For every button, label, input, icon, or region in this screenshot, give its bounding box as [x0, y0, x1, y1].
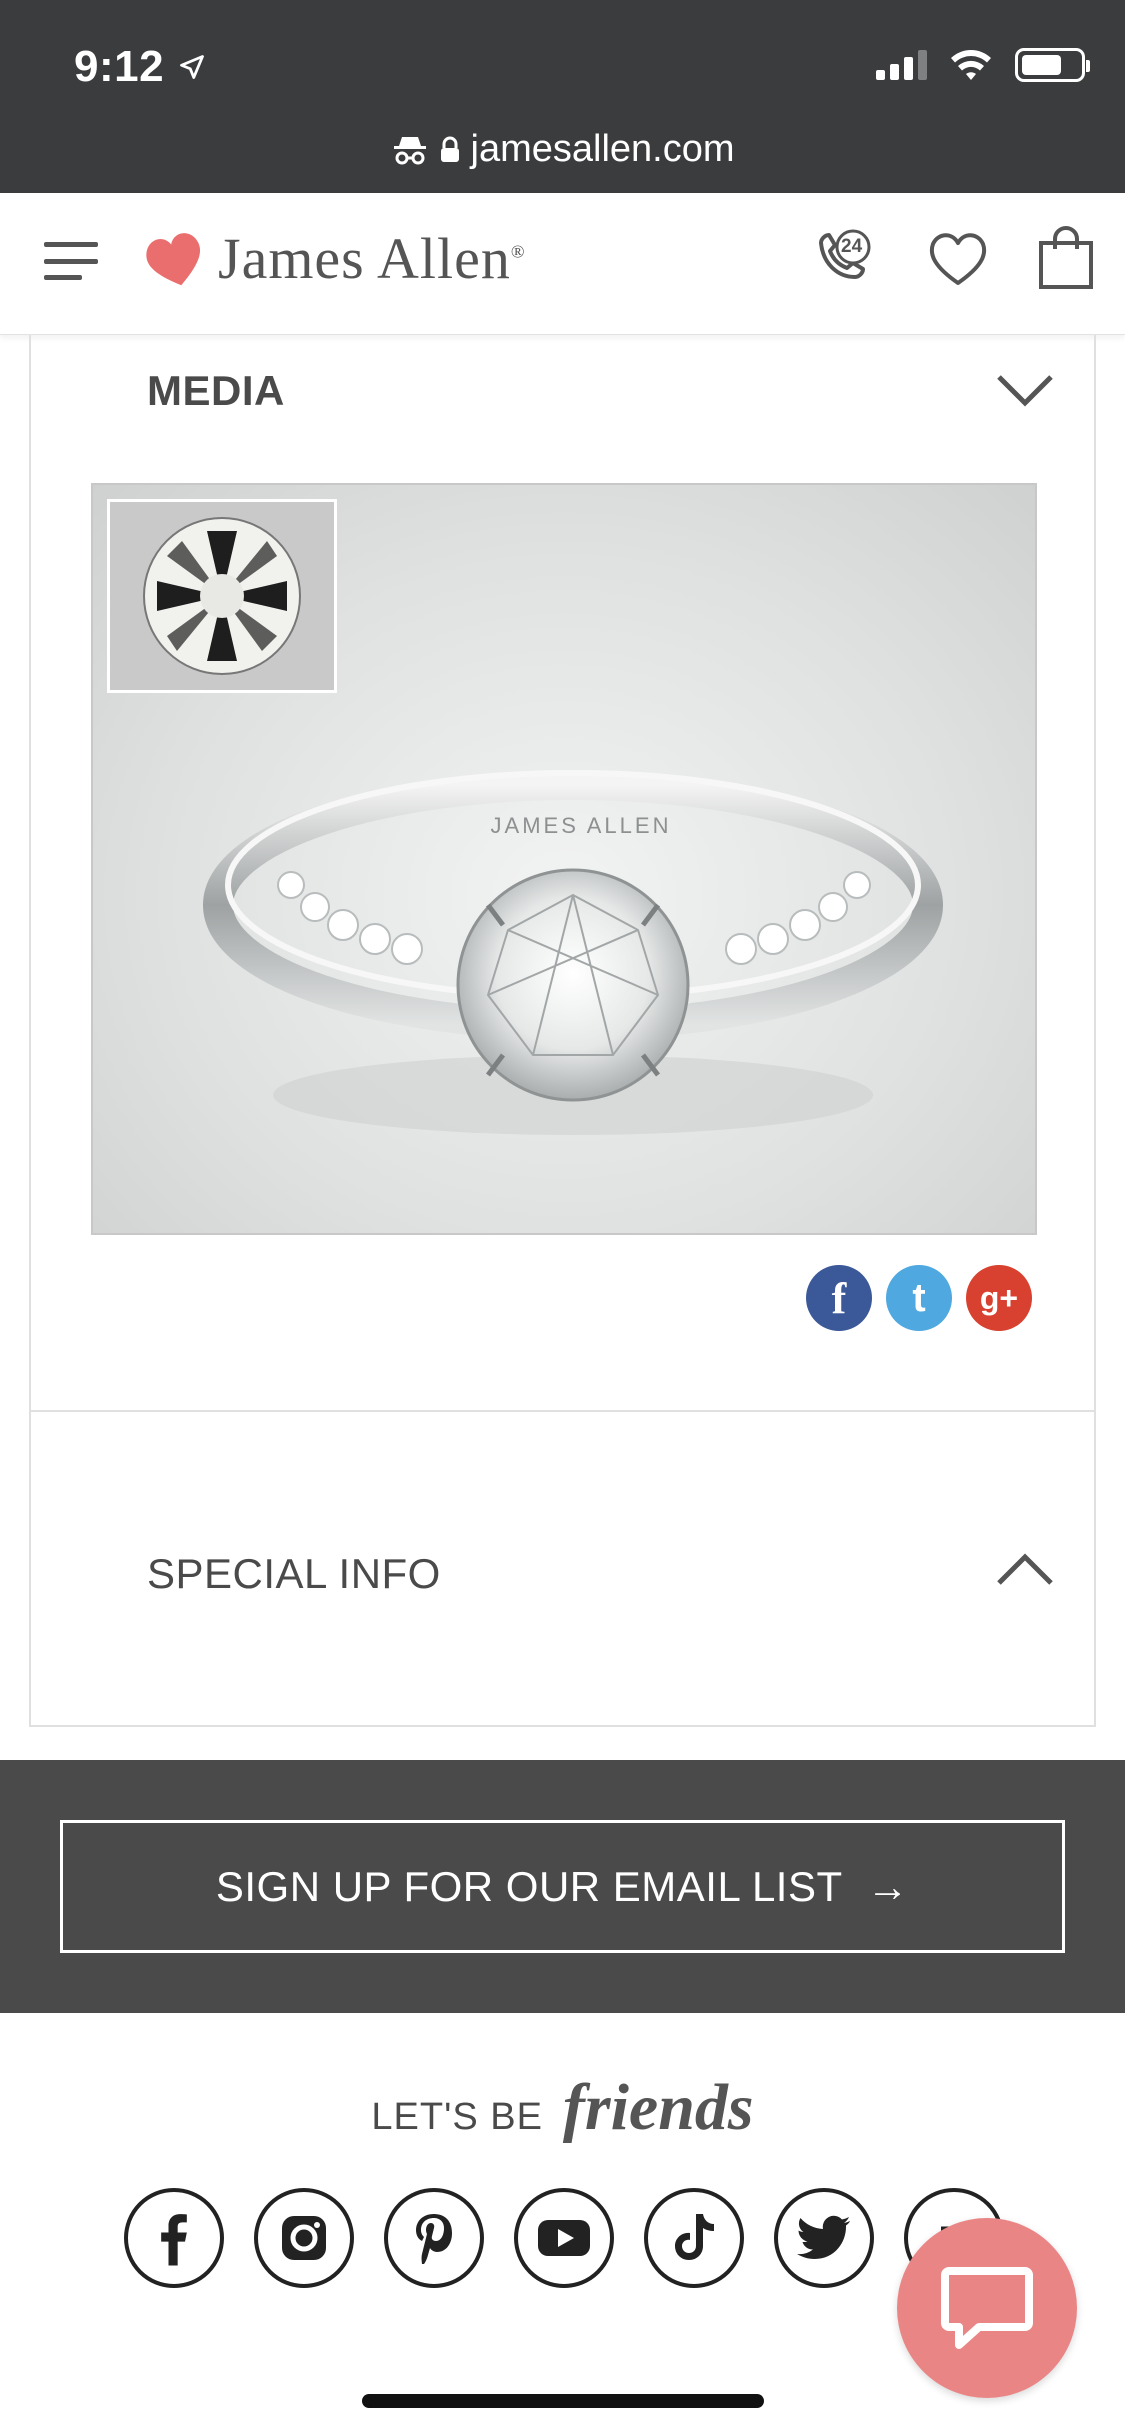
support-badge: 24 [841, 236, 863, 257]
media-section-title[interactable]: MEDIA [147, 367, 285, 415]
wishlist-heart-icon[interactable] [925, 227, 991, 289]
chat-bubble-icon [941, 2267, 1033, 2349]
heart-logo-icon [146, 232, 201, 285]
arrow-right-icon: → [866, 1862, 910, 1910]
home-indicator[interactable] [362, 2394, 764, 2408]
diamond-top-view-icon [143, 517, 301, 675]
cell-signal-icon [876, 50, 927, 80]
social-links: Bl [124, 2188, 1004, 2288]
google-plus-share-icon[interactable]: g+ [966, 1265, 1032, 1331]
status-icons [876, 48, 1090, 82]
brand-logo[interactable]: James Allen® [142, 225, 526, 292]
pinterest-icon[interactable] [384, 2188, 484, 2288]
chevron-up-icon[interactable] [995, 1551, 1055, 1587]
browser-top-bar: 9:12 jamesallen.com [0, 0, 1125, 193]
youtube-icon[interactable] [514, 2188, 614, 2288]
twitter-share-icon[interactable]: t [886, 1265, 952, 1331]
private-browsing-icon [393, 136, 426, 164]
shopping-bag-icon[interactable] [1037, 225, 1095, 291]
special-info-title[interactable]: SPECIAL INFO [147, 1550, 441, 1598]
instagram-icon[interactable] [254, 2188, 354, 2288]
site-header: James Allen® 24 [0, 193, 1125, 335]
ring-engraving: JAMES ALLEN [491, 813, 672, 838]
product-details-panel: MEDIA JAMES ALLEN f t g+ SPECIAL INFO [29, 335, 1096, 1727]
wifi-icon [951, 50, 991, 80]
live-chat-button[interactable] [897, 2218, 1077, 2398]
product-image-viewer[interactable]: JAMES ALLEN [91, 483, 1037, 1235]
facebook-share-icon[interactable]: f [806, 1265, 872, 1331]
location-arrow-icon [180, 55, 204, 79]
chevron-down-icon[interactable] [995, 373, 1055, 409]
diamond-thumbnail[interactable] [107, 499, 337, 693]
twitter-icon[interactable] [774, 2188, 874, 2288]
support-24-icon[interactable]: 24 [809, 223, 879, 293]
header-actions: 24 [809, 223, 1095, 293]
address-bar[interactable]: jamesallen.com [0, 128, 1125, 171]
tiktok-icon[interactable] [644, 2188, 744, 2288]
url-text: jamesallen.com [470, 128, 735, 170]
status-time: 9:12 [74, 42, 206, 92]
lock-icon [440, 136, 459, 162]
battery-icon [1015, 48, 1090, 82]
share-buttons: f t g+ [806, 1265, 1032, 1331]
section-divider [31, 1410, 1094, 1412]
email-signup-band: SIGN UP FOR OUR EMAIL LIST → [0, 1760, 1125, 2013]
brand-name: James Allen® [218, 226, 526, 291]
facebook-icon[interactable] [124, 2188, 224, 2288]
social-heading: LET'S BE friends [371, 2071, 754, 2144]
hamburger-menu-icon[interactable] [44, 238, 98, 284]
email-signup-button[interactable]: SIGN UP FOR OUR EMAIL LIST → [60, 1820, 1065, 1953]
